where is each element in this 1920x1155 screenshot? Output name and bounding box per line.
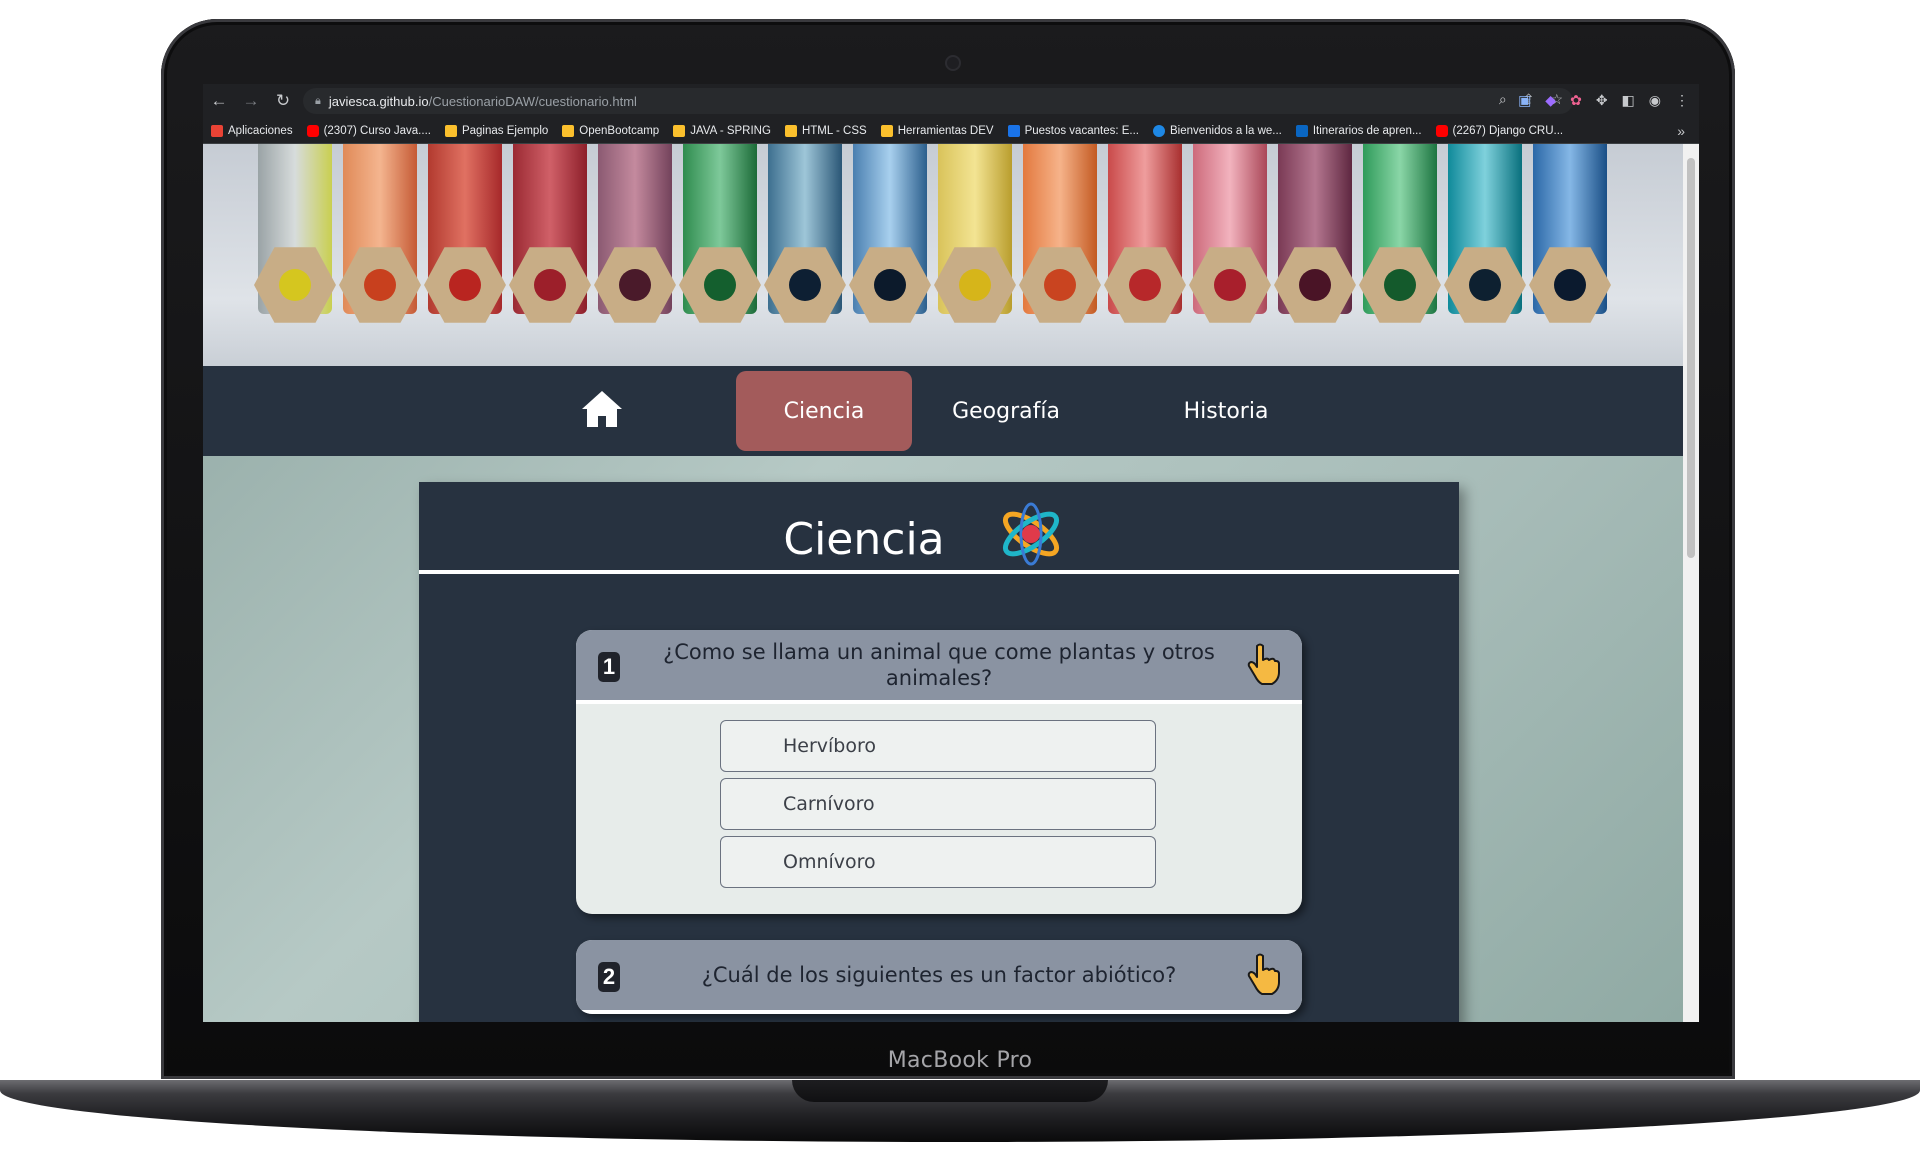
bookmark-item[interactable]: Aplicaciones	[211, 124, 293, 137]
pencil-core	[534, 269, 566, 301]
pencils-banner	[203, 144, 1683, 366]
question-text: ¿Como se llama un animal que come planta…	[663, 640, 1215, 690]
bookmark-item[interactable]: HTML - CSS	[784, 124, 867, 137]
linkedin-icon	[1295, 124, 1308, 137]
bookmark-label: Puestos vacantes: E...	[1024, 124, 1139, 137]
back-icon[interactable]: ←	[203, 91, 235, 111]
job-site-icon	[1007, 124, 1020, 137]
title-divider	[419, 570, 1459, 574]
pencil-core	[1384, 269, 1416, 301]
folder-icon	[673, 124, 686, 137]
translate-extension-icon[interactable]: ▣	[1518, 92, 1531, 109]
pencil-core	[1299, 269, 1331, 301]
question-number: 1	[598, 652, 620, 682]
main-nav: Ciencia Geografía Historia	[203, 366, 1683, 456]
question-header[interactable]: 2 ¿Cuál de los siguientes es un factor a…	[576, 940, 1302, 1014]
question-card: 2 ¿Cuál de los siguientes es un factor a…	[576, 940, 1302, 1014]
youtube-icon	[1435, 124, 1448, 137]
home-icon[interactable]	[581, 389, 623, 434]
answer-option[interactable]: Hervíboro	[720, 720, 1156, 772]
scrollbar-thumb[interactable]	[1687, 158, 1695, 558]
bookmark-item[interactable]: (2267) Django CRU...	[1435, 124, 1564, 137]
pointer-hand-icon	[1246, 952, 1280, 1001]
apps-grid-icon	[211, 124, 223, 137]
bookmark-label: Aplicaciones	[228, 124, 293, 137]
pencil-core	[1214, 269, 1246, 301]
address-bar[interactable]: 🔒︎ javiesca.github.io /CuestionarioDAW/c…	[303, 88, 1573, 114]
profile-icon[interactable]: ◉	[1649, 92, 1661, 109]
bookmark-item[interactable]: (2307) Curso Java....	[306, 124, 431, 137]
bookmark-label: HTML - CSS	[801, 124, 867, 137]
pencil-core	[279, 269, 311, 301]
bookmark-label: Paginas Ejemplo	[461, 124, 549, 137]
section-title-text: Ciencia	[783, 514, 945, 565]
bookmark-label: Herramientas DEV	[897, 124, 994, 137]
pencil-core	[619, 269, 651, 301]
bookmarks-overflow-icon[interactable]: »	[1677, 123, 1685, 139]
youtube-icon	[306, 124, 319, 137]
section-title: Ciencia	[419, 500, 1459, 579]
camera-icon	[945, 55, 961, 71]
bookmark-label: (2267) Django CRU...	[1452, 124, 1564, 137]
lock-icon[interactable]: 🔒︎	[315, 95, 321, 108]
forward-icon[interactable]: →	[235, 91, 267, 111]
reload-icon[interactable]: ↻	[267, 91, 299, 111]
atom-icon	[997, 500, 1065, 579]
tab-historia[interactable]: Historia	[1138, 371, 1314, 451]
laptop-hinge-notch	[792, 1080, 1108, 1102]
pencil-core	[1469, 269, 1501, 301]
answer-list: Hervíboro Carnívoro Omnívoro	[576, 704, 1302, 914]
folder-icon	[562, 124, 575, 137]
question-header[interactable]: 1 ¿Como se llama un animal que come plan…	[576, 630, 1302, 704]
folder-icon	[784, 124, 797, 137]
bookmark-item[interactable]: Herramientas DEV	[880, 124, 994, 137]
pencil-core	[959, 269, 991, 301]
tab-geografia[interactable]: Geografía	[918, 371, 1094, 451]
pencil-core	[874, 269, 906, 301]
pencil-core	[789, 269, 821, 301]
pencil-core	[1554, 269, 1586, 301]
globe-icon	[1152, 124, 1165, 137]
menu-kebab-icon[interactable]: ⋮	[1675, 92, 1689, 109]
bookmark-item[interactable]: OpenBootcamp	[562, 124, 660, 137]
screen: ← → ↻ 🔒︎ javiesca.github.io /Cuestionari…	[203, 84, 1699, 1022]
question-card: 1 ¿Como se llama un animal que come plan…	[576, 630, 1302, 914]
bookmark-label: Itinerarios de apren...	[1312, 124, 1422, 137]
device-label: MacBook Pro	[887, 1048, 1033, 1073]
pointer-hand-icon	[1246, 642, 1280, 691]
folder-icon	[880, 124, 893, 137]
pencil-core	[364, 269, 396, 301]
question-text: ¿Cuál de los siguientes es un factor abi…	[701, 963, 1177, 987]
quiz-card: Ciencia 1 ¿Como se llama un animal que c…	[419, 482, 1459, 1022]
extension-badge-icon[interactable]: ◆	[1545, 92, 1556, 109]
color-extension-icon[interactable]: ✿	[1570, 92, 1582, 109]
folder-icon	[444, 124, 457, 137]
bookmark-label: Bienvenidos a la we...	[1169, 124, 1282, 137]
bookmark-label: JAVA - SPRING	[690, 124, 771, 137]
bookmark-label: (2307) Curso Java....	[323, 124, 431, 137]
zoom-icon[interactable]: ⌕	[1499, 91, 1507, 108]
web-page: Ciencia Geografía Historia Ciencia 1 ¿Co…	[203, 144, 1683, 1022]
bookmark-item[interactable]: JAVA - SPRING	[673, 124, 771, 137]
bookmarks-bar: Aplicaciones (2307) Curso Java.... Pagin…	[203, 118, 1699, 144]
answer-option[interactable]: Carnívoro	[720, 778, 1156, 830]
puzzle-extensions-icon[interactable]: ✥	[1596, 92, 1608, 109]
sidepanel-icon[interactable]: ◧	[1622, 92, 1635, 109]
answer-option[interactable]: Omnívoro	[720, 836, 1156, 888]
bookmark-item[interactable]: Itinerarios de apren...	[1295, 124, 1422, 137]
bookmark-item[interactable]: Paginas Ejemplo	[444, 124, 549, 137]
pencil-core	[1044, 269, 1076, 301]
url-host: javiesca.github.io	[328, 93, 429, 109]
url-path: /CuestionarioDAW/cuestionario.html	[428, 93, 637, 109]
bookmark-item[interactable]: Bienvenidos a la we...	[1152, 124, 1282, 137]
page-scrollbar[interactable]	[1683, 144, 1699, 1022]
pencil-core	[704, 269, 736, 301]
tab-ciencia[interactable]: Ciencia	[736, 371, 912, 451]
bookmark-label: OpenBootcamp	[579, 124, 660, 137]
pencil-core	[1129, 269, 1161, 301]
question-number: 2	[598, 962, 620, 992]
bookmark-item[interactable]: Puestos vacantes: E...	[1007, 124, 1139, 137]
browser-toolbar: ← → ↻ 🔒︎ javiesca.github.io /Cuestionari…	[203, 84, 1699, 118]
pencil-core	[449, 269, 481, 301]
